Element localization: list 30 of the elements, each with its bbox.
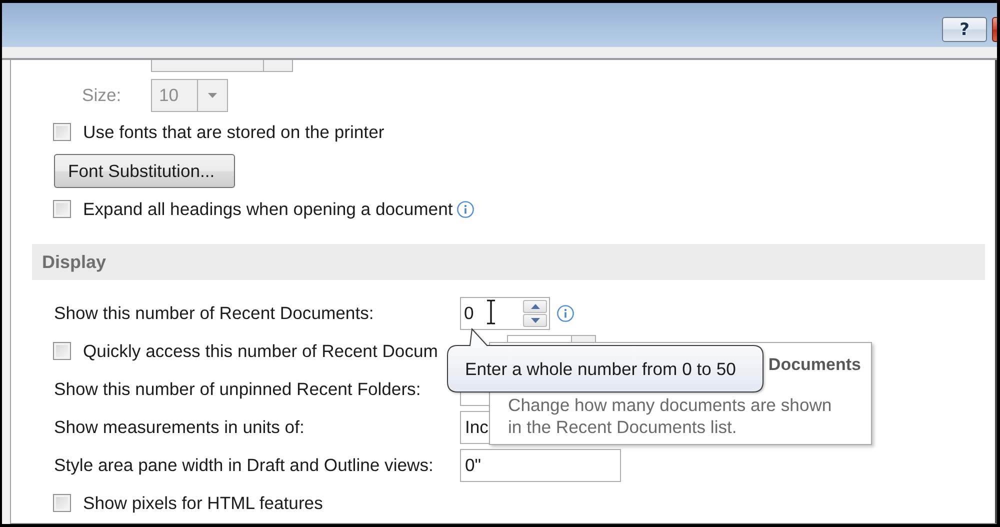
help-button[interactable]: ? bbox=[942, 17, 987, 42]
info-icon bbox=[557, 304, 574, 322]
checkbox[interactable] bbox=[53, 200, 71, 218]
option-label: Style area pane width in Draft and Outline views: bbox=[54, 454, 434, 476]
checkbox-label: Show pixels for HTML features bbox=[83, 492, 323, 514]
text-cursor-icon bbox=[486, 299, 496, 325]
checkbox-label: Expand all headings when opening a document bbox=[83, 198, 453, 220]
number-spinner[interactable]: 0 bbox=[460, 296, 550, 330]
popup-description: Change how many documents are shown in the Recent Documents list. bbox=[508, 394, 833, 438]
tooltip-text: Enter a whole number from 0 to 50 bbox=[465, 358, 736, 380]
input-field[interactable]: 0" bbox=[460, 448, 621, 482]
spin-down-button[interactable] bbox=[523, 314, 547, 326]
caret-down-icon bbox=[208, 93, 217, 98]
checkbox[interactable] bbox=[53, 342, 71, 360]
caret-up-icon bbox=[530, 304, 540, 308]
checkbox[interactable] bbox=[53, 494, 71, 512]
info-icon bbox=[456, 200, 474, 218]
close-button[interactable] bbox=[992, 17, 997, 42]
option-label: Show measurements in units of: bbox=[54, 416, 306, 438]
option-label: Show this number of unpinned Recent Folders: bbox=[54, 378, 422, 400]
popup-title: Documents bbox=[768, 354, 861, 376]
section-heading: Display bbox=[42, 252, 106, 272]
font-substitution-button[interactable]: Font Substitution... bbox=[54, 154, 235, 188]
checkbox[interactable] bbox=[53, 123, 71, 141]
size-label: Size: bbox=[82, 85, 122, 106]
checkbox-label: Quickly access this number of Recent Docum bbox=[83, 340, 438, 362]
spin-up-button[interactable] bbox=[523, 300, 547, 312]
checkbox-label: Use fonts that are stored on the printer bbox=[83, 121, 384, 143]
option-label: Show this number of Recent Documents: bbox=[54, 302, 375, 324]
caret-down-icon bbox=[530, 318, 540, 322]
